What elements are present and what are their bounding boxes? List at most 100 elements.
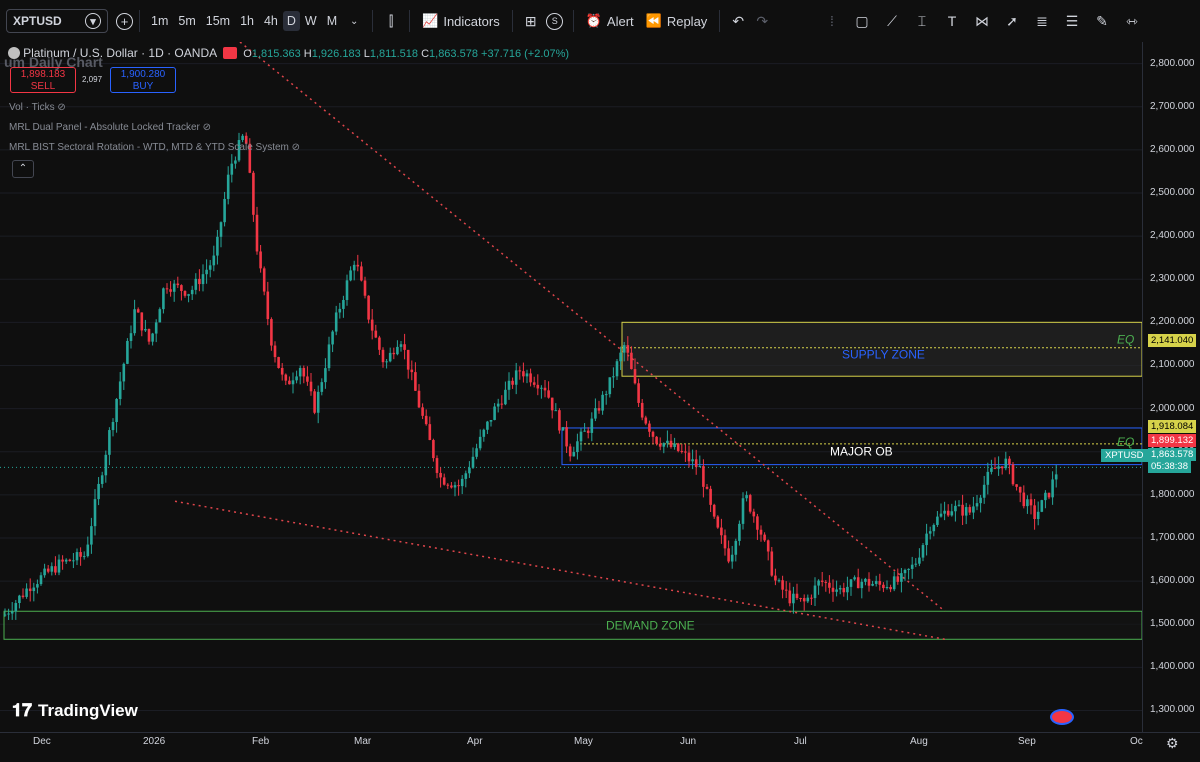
- candle-body: [882, 584, 885, 589]
- candle-body: [874, 581, 878, 584]
- symbol-search[interactable]: XPTUSD ▾: [6, 9, 108, 33]
- candle-body: [572, 452, 576, 457]
- candle-body: [781, 580, 784, 590]
- candle-body: [957, 504, 961, 506]
- indicator-row[interactable]: Vol · Ticks ⊘: [9, 102, 66, 113]
- candle-body: [1004, 458, 1008, 469]
- interval-1h[interactable]: 1h: [235, 14, 259, 28]
- candles-icon[interactable]: ⫿: [379, 9, 403, 33]
- position-tool-icon[interactable]: ☰: [1060, 9, 1084, 33]
- fib-tool-icon[interactable]: ≣: [1030, 9, 1054, 33]
- candle-body: [399, 344, 403, 347]
- top-toolbar: XPTUSD ▾ + 1m 5m 15m 1h 4h D W M ⌄ ⫿ 📈 Indicato…: [0, 0, 1200, 43]
- undo-icon[interactable]: ↶: [726, 9, 750, 33]
- pattern-tool-icon[interactable]: ⋈: [970, 9, 994, 33]
- candle-body: [507, 380, 511, 390]
- chevron-down-icon[interactable]: ⌄: [342, 9, 366, 33]
- arrow-tool-icon[interactable]: ➚: [1000, 9, 1024, 33]
- buy-button[interactable]: 1,900.280 BUY: [110, 67, 176, 93]
- candle-body: [172, 283, 176, 292]
- candle-body: [867, 578, 871, 586]
- alert-button[interactable]: ⏰ Alert: [580, 13, 640, 29]
- candle-body: [338, 308, 342, 313]
- text-tool-icon[interactable]: T: [940, 9, 964, 33]
- indicators-button[interactable]: 📈 Indicators: [416, 13, 506, 29]
- time-scale-label: Apr: [467, 736, 483, 747]
- time-scale-label: May: [574, 736, 593, 747]
- redo-icon[interactable]: ↷: [750, 9, 774, 33]
- candle-body: [331, 331, 334, 345]
- candle-body: [518, 370, 522, 372]
- candle-body: [831, 587, 835, 592]
- eye-hidden-icon[interactable]: ⊘: [292, 142, 300, 153]
- indicator-row[interactable]: MRL Dual Panel - Absolute Locked Tracker…: [9, 122, 211, 133]
- eye-hidden-icon[interactable]: ⊘: [57, 102, 65, 113]
- candle-body: [165, 288, 169, 290]
- candle-body: [925, 533, 928, 546]
- interval-1m[interactable]: 1m: [146, 14, 173, 28]
- replay-button[interactable]: ⏪ Replay: [640, 13, 714, 29]
- collapse-indicators-button[interactable]: ⌃: [12, 160, 34, 178]
- sell-button[interactable]: 1,898.183 SELL: [10, 67, 76, 93]
- eye-hidden-icon[interactable]: ⊘: [203, 122, 211, 133]
- interval-5m[interactable]: 5m: [173, 14, 200, 28]
- vertical-line-tool-icon[interactable]: ⌶: [910, 9, 934, 33]
- candle-body: [1033, 505, 1036, 520]
- candle-body: [471, 456, 475, 468]
- candle-body: [853, 577, 856, 580]
- candle-body: [979, 497, 982, 504]
- candle-body: [219, 222, 223, 237]
- trendline-tool-icon[interactable]: ⟋: [880, 9, 904, 33]
- candle-body: [345, 280, 349, 301]
- tradingview-logo[interactable]: 𝟏𝟕 TradingView: [12, 700, 138, 721]
- rectangle-tool-icon[interactable]: ▢: [850, 9, 874, 33]
- candle-body: [1008, 458, 1011, 465]
- candle-body: [262, 268, 266, 292]
- indicator-label: MRL BIST Sectoral Rotation - WTD, MTD & …: [9, 142, 289, 153]
- add-symbol-icon[interactable]: +: [116, 12, 133, 30]
- candle-body: [626, 345, 630, 353]
- candle-body: [619, 352, 622, 362]
- interval-M[interactable]: M: [322, 14, 342, 28]
- indicator-row[interactable]: MRL BIST Sectoral Rotation - WTD, MTD & …: [9, 142, 300, 153]
- interval-D[interactable]: D: [282, 11, 300, 31]
- settings-gear-icon[interactable]: ⚙: [1166, 735, 1179, 752]
- candle-body: [50, 566, 54, 572]
- candle-body: [943, 510, 946, 514]
- flag-icon[interactable]: [1050, 709, 1074, 725]
- layout-grid-icon[interactable]: ⊞: [519, 9, 543, 33]
- candle-body: [298, 368, 302, 377]
- price-scale-label: 1,400.000: [1150, 661, 1195, 673]
- candle-body: [968, 507, 972, 513]
- legend-close-label: C: [421, 48, 430, 60]
- candle-body: [363, 280, 367, 296]
- measure-tool-icon[interactable]: ⇿: [1120, 9, 1144, 33]
- spread-value: 2,097: [82, 75, 103, 84]
- candle-body: [1026, 499, 1029, 507]
- candle-body: [500, 403, 504, 405]
- candle-body: [295, 376, 298, 381]
- candle-body: [360, 266, 363, 281]
- interval-15m[interactable]: 15m: [201, 14, 235, 28]
- candle-body: [932, 524, 936, 532]
- candle-body: [468, 467, 471, 474]
- legend-low: 1,811.518: [369, 48, 418, 60]
- candle-body: [1000, 466, 1004, 469]
- candle-body: [216, 236, 219, 256]
- interval-W[interactable]: W: [300, 14, 322, 28]
- drag-handle-icon[interactable]: ⁞: [820, 9, 844, 33]
- candle-body: [370, 319, 374, 331]
- candle-body: [64, 559, 68, 562]
- candle-body: [644, 417, 648, 424]
- templates-icon[interactable]: S: [543, 9, 567, 33]
- candle-body: [864, 578, 867, 582]
- brush-tool-icon[interactable]: ✎: [1090, 9, 1114, 33]
- candle-body: [738, 523, 741, 541]
- candle-body: [914, 563, 918, 565]
- candle-body: [529, 373, 532, 383]
- interval-4h[interactable]: 4h: [259, 14, 283, 28]
- candle-body: [612, 376, 615, 378]
- candle-body: [93, 499, 97, 527]
- candle-body: [820, 580, 824, 582]
- indicator-label: MRL Dual Panel - Absolute Locked Tracker: [9, 122, 200, 133]
